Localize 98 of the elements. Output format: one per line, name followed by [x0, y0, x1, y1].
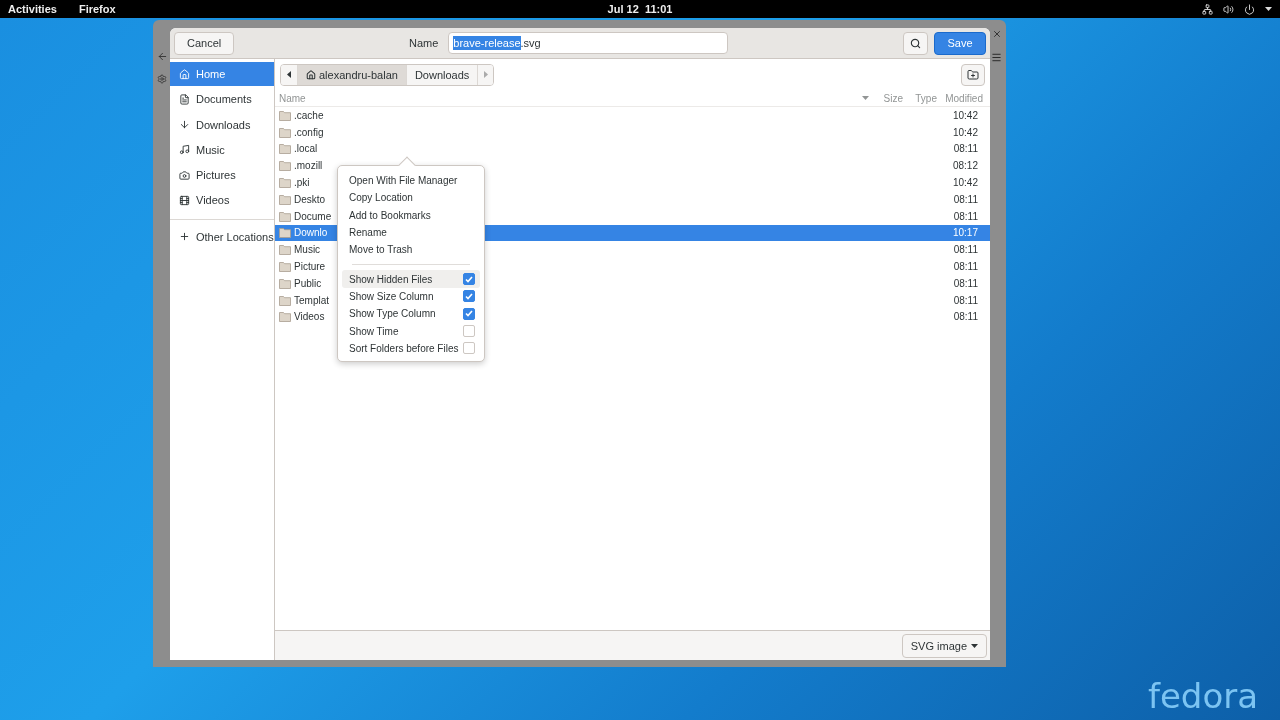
file-name[interactable]: Videos — [294, 311, 325, 323]
folder-icon — [279, 177, 291, 189]
file-name[interactable]: .cache — [294, 109, 324, 121]
file-name[interactable]: Templat — [294, 294, 329, 306]
menu-item[interactable]: Open With File Manager — [342, 172, 480, 190]
search-button[interactable] — [903, 31, 928, 55]
home-icon — [179, 68, 190, 80]
file-name[interactable]: Music — [294, 244, 321, 256]
music-note-icon — [179, 144, 190, 156]
folder-icon — [279, 160, 291, 172]
sidebar-item[interactable]: Home — [170, 62, 274, 86]
scroll-right-button[interactable] — [477, 64, 494, 85]
save-button[interactable]: Save — [934, 31, 986, 55]
document-icon — [179, 93, 190, 105]
folder-icon — [279, 294, 291, 306]
file-name[interactable]: Picture — [294, 261, 326, 273]
file-name[interactable]: .config — [294, 126, 324, 138]
modified-time: 08:11 — [953, 210, 978, 222]
modified-time: 10:42 — [952, 109, 978, 121]
right-arrow-icon — [483, 71, 488, 78]
menu-item[interactable]: Show Hidden Files — [342, 270, 480, 288]
settings-icon[interactable] — [157, 74, 167, 84]
clock[interactable]: Jul 12 11:01 — [607, 3, 673, 15]
checkbox[interactable] — [463, 325, 475, 337]
sidebar-item[interactable]: Downloads — [170, 112, 274, 137]
menu-icon[interactable] — [991, 52, 1002, 63]
modified-time: 10:17 — [952, 227, 978, 239]
home-icon — [306, 69, 316, 80]
left-arrow-icon — [287, 71, 291, 78]
folder-icon — [279, 227, 291, 239]
new-folder-icon — [967, 68, 979, 81]
cancel-button[interactable]: Cancel — [174, 31, 235, 55]
checkbox[interactable] — [463, 273, 475, 286]
path-button[interactable]: Downloads — [405, 64, 478, 85]
modified-time: 08:11 — [953, 261, 978, 273]
camera-icon — [179, 169, 190, 181]
menu-item[interactable]: Show Type Column — [342, 305, 480, 323]
app-menu[interactable]: Firefox — [78, 3, 116, 15]
caret-icon — [971, 643, 978, 648]
arrow-down-icon — [179, 119, 190, 131]
menu-item[interactable]: Sort Folders before Files — [342, 339, 480, 357]
modified-time: 10:42 — [952, 177, 978, 189]
file-name[interactable]: Downlo — [294, 227, 328, 239]
network-icon[interactable] — [1202, 3, 1213, 15]
path-button[interactable]: alexandru-balan — [297, 64, 406, 85]
film-icon — [179, 195, 190, 206]
file-name[interactable]: .mozill — [294, 160, 323, 172]
close-icon[interactable] — [992, 29, 1002, 39]
modified-time: 08:11 — [953, 193, 978, 205]
sidebar-item[interactable]: Other Locations — [170, 224, 274, 249]
sidebar-item[interactable]: Music — [170, 137, 274, 162]
modified-time: 08:11 — [953, 294, 978, 306]
back-icon[interactable] — [157, 51, 168, 62]
activities-button[interactable]: Activities — [8, 3, 57, 15]
folder-icon — [279, 311, 291, 323]
sidebar-item[interactable]: Pictures — [170, 163, 274, 188]
power-icon[interactable] — [1244, 3, 1255, 15]
menu-item[interactable]: Move to Trash — [342, 241, 480, 259]
file-name[interactable]: .pki — [294, 177, 310, 189]
file-name[interactable]: Deskto — [294, 193, 326, 205]
volume-icon[interactable] — [1223, 3, 1234, 15]
menu-item[interactable]: Show Time — [342, 322, 480, 340]
menu-item[interactable]: Show Size Column — [342, 287, 480, 306]
folder-icon — [279, 261, 291, 273]
modified-time: 08:12 — [952, 160, 978, 172]
menu-item[interactable]: Copy Location — [342, 189, 480, 207]
folder-icon — [279, 109, 291, 121]
checkbox[interactable] — [463, 342, 475, 355]
new-folder-button[interactable] — [961, 63, 985, 86]
folder-icon — [279, 143, 291, 155]
file-type-dropdown[interactable]: SVG image — [901, 633, 987, 658]
checkbox[interactable] — [463, 307, 475, 320]
sort-caret-icon[interactable] — [862, 96, 869, 100]
folder-icon — [279, 244, 291, 256]
checkbox[interactable] — [463, 290, 475, 303]
folder-icon — [279, 210, 291, 222]
wallpaper-logo: fedora — [1147, 676, 1258, 716]
modified-time: 10:42 — [952, 126, 978, 138]
folder-icon — [279, 126, 291, 138]
plus-icon — [179, 231, 190, 243]
file-name[interactable]: .local — [294, 143, 318, 155]
file-name[interactable]: Docume — [294, 210, 332, 222]
modified-time: 08:11 — [953, 244, 978, 256]
modified-time: 08:11 — [953, 143, 978, 155]
sidebar-item[interactable]: Documents — [170, 87, 274, 112]
folder-icon — [279, 277, 291, 289]
search-icon — [910, 37, 921, 49]
sidebar-item[interactable]: Videos — [170, 188, 274, 213]
caret-icon[interactable] — [1265, 7, 1272, 11]
folder-icon — [279, 193, 291, 205]
menu-item[interactable]: Add to Bookmarks — [342, 206, 480, 224]
scroll-left-button[interactable] — [281, 64, 297, 85]
file-name[interactable]: Public — [294, 277, 322, 289]
name-label: Name — [408, 37, 439, 49]
modified-time: 08:11 — [953, 311, 978, 323]
modified-time: 08:11 — [953, 277, 978, 289]
name-field[interactable]: brave-release.svg — [448, 32, 729, 54]
menu-item[interactable]: Rename — [342, 223, 480, 242]
